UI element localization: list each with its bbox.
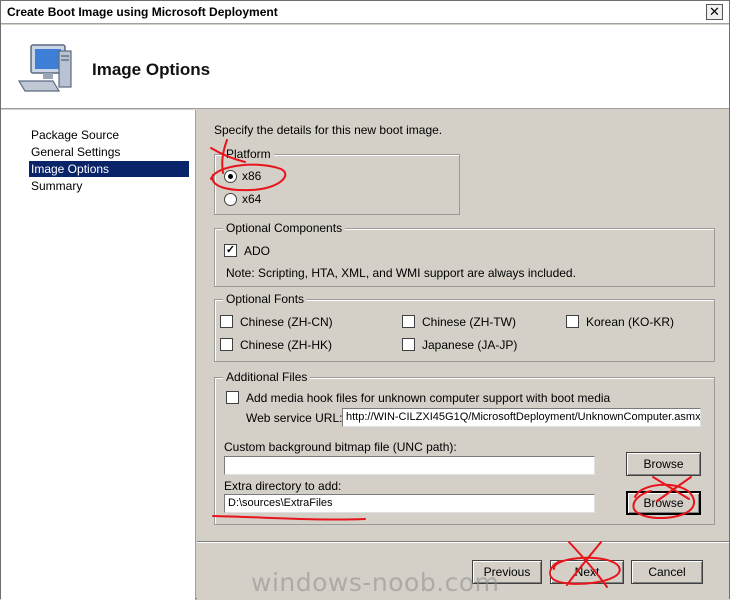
- dialog-window: Create Boot Image using Microsoft Deploy…: [0, 0, 730, 600]
- watermark-text: windows-noob.com: [251, 568, 500, 597]
- extra-directory-input[interactable]: D:\sources\ExtraFiles: [224, 494, 595, 513]
- font-zh-tw-checkbox[interactable]: [402, 315, 415, 328]
- font-zh-cn-label: Chinese (ZH-CN): [240, 315, 333, 329]
- font-ja-jp-label: Japanese (JA-JP): [422, 338, 518, 352]
- background-bitmap-label: Custom background bitmap file (UNC path)…: [224, 440, 457, 454]
- browse-extra-directory-button[interactable]: Browse: [626, 491, 701, 515]
- computer-icon: [17, 44, 72, 92]
- optional-components-group: Optional Components ✓ ADO Note: Scriptin…: [214, 221, 715, 287]
- nav-item-summary[interactable]: Summary: [29, 178, 189, 194]
- nav-item-image-options[interactable]: Image Options: [29, 161, 189, 177]
- wizard-content: Specify the details for this new boot im…: [197, 110, 729, 599]
- ado-label: ADO: [244, 244, 271, 258]
- font-ko-kr-checkbox[interactable]: [566, 315, 579, 328]
- x86-label: x86: [242, 169, 262, 183]
- platform-legend: Platform: [223, 147, 274, 161]
- button-separator: [197, 541, 729, 543]
- optional-fonts-group: Optional Fonts Chinese (ZH-CN) Chinese (…: [214, 292, 715, 362]
- browse-background-button[interactable]: Browse: [626, 452, 701, 476]
- cancel-button[interactable]: Cancel: [631, 560, 703, 584]
- font-ja-jp-checkbox[interactable]: [402, 338, 415, 351]
- wizard-nav: Package Source General Settings Image Op…: [1, 110, 196, 600]
- platform-group: Platform x86 x64: [214, 147, 460, 215]
- wizard-header: Image Options: [1, 25, 729, 109]
- font-zh-hk-label: Chinese (ZH-HK): [240, 338, 333, 352]
- font-zh-cn-checkbox[interactable]: [220, 315, 233, 328]
- optional-components-legend: Optional Components: [223, 221, 346, 235]
- additional-files-legend: Additional Files: [223, 370, 311, 384]
- x64-radio[interactable]: [224, 193, 237, 206]
- web-service-label: Web service URL:: [246, 411, 343, 425]
- nav-item-general-settings[interactable]: General Settings: [29, 144, 189, 160]
- font-zh-tw-label: Chinese (ZH-TW): [422, 315, 517, 329]
- optional-fonts-legend: Optional Fonts: [223, 292, 308, 306]
- media-hook-checkbox[interactable]: [226, 391, 239, 404]
- title-bar: Create Boot Image using Microsoft Deploy…: [1, 1, 729, 24]
- font-zh-hk-checkbox[interactable]: [220, 338, 233, 351]
- font-ko-kr-label: Korean (KO-KR): [586, 315, 675, 329]
- background-bitmap-input[interactable]: [224, 456, 595, 475]
- nav-item-package-source[interactable]: Package Source: [29, 127, 189, 143]
- intro-text: Specify the details for this new boot im…: [214, 123, 443, 137]
- ado-checkbox[interactable]: ✓: [224, 244, 237, 257]
- x64-label: x64: [242, 192, 262, 206]
- window-title: Create Boot Image using Microsoft Deploy…: [7, 5, 278, 19]
- additional-files-group: Additional Files Add media hook files fo…: [214, 370, 715, 525]
- components-note: Note: Scripting, HTA, XML, and WMI suppo…: [226, 266, 576, 280]
- x86-radio[interactable]: [224, 170, 237, 183]
- web-service-url-input[interactable]: http://WIN-CILZXI45G1Q/MicrosoftDeployme…: [342, 408, 701, 427]
- page-title: Image Options: [92, 60, 211, 79]
- extra-directory-label: Extra directory to add:: [224, 479, 342, 493]
- next-button[interactable]: Next: [550, 560, 624, 584]
- close-icon[interactable]: ✕: [706, 4, 723, 20]
- media-hook-label: Add media hook files for unknown compute…: [246, 391, 611, 405]
